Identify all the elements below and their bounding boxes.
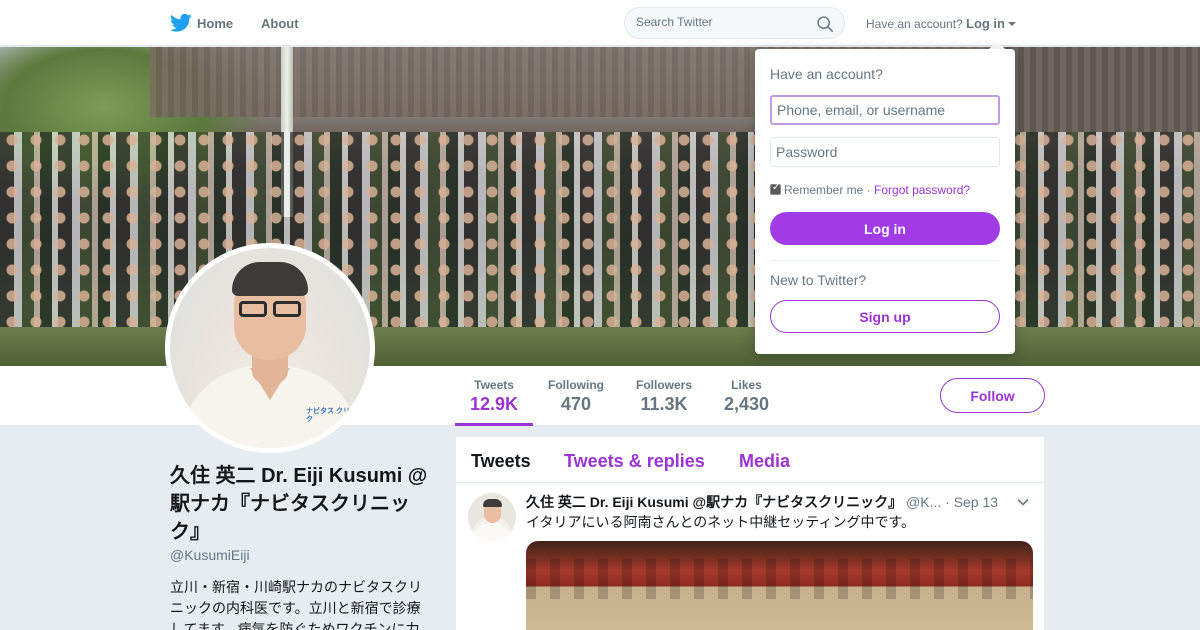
tab-media[interactable]: Media — [739, 451, 790, 472]
stat-label: Followers — [636, 378, 693, 392]
password-field[interactable] — [770, 137, 1000, 167]
forgot-password-link[interactable]: Forgot password? — [874, 183, 970, 197]
tweet-author-name[interactable]: 久住 英二 Dr. Eiji Kusumi @駅ナカ『ナビタスクリニック』 — [526, 494, 902, 510]
avatar-glasses — [239, 301, 267, 317]
search-input[interactable] — [636, 15, 806, 29]
tweet-avatar[interactable] — [468, 493, 516, 541]
tweet-media-curtain — [526, 559, 1033, 599]
nav-home-link[interactable]: Home — [197, 16, 233, 31]
nav-about-link[interactable]: About — [261, 16, 299, 31]
stat-label: Following — [548, 378, 604, 392]
profile-avatar[interactable]: ナビタス クリニック — [165, 243, 375, 453]
tab-tweets[interactable]: Tweets — [471, 451, 531, 472]
tweet-avatar-hair — [483, 499, 502, 507]
username-field[interactable] — [770, 95, 1000, 125]
profile-name[interactable]: 久住 英二 Dr. Eiji Kusumi @駅ナカ『ナビタスクリニック』 — [170, 462, 435, 546]
tweet-header: 久住 英二 Dr. Eiji Kusumi @駅ナカ『ナビタスクリニック』 @K… — [526, 492, 998, 512]
avatar-clinic-logo: ナビタス クリニック — [306, 408, 364, 423]
avatar-glasses — [273, 301, 301, 317]
tweet-separator: · — [945, 494, 950, 510]
active-stat-underline — [455, 423, 533, 426]
signup-button[interactable]: Sign up — [770, 300, 1000, 333]
tweet-media-image[interactable] — [526, 541, 1033, 630]
search-icon[interactable] — [816, 15, 834, 33]
remember-row: Remember me · Forgot password? — [770, 182, 970, 197]
stat-followers[interactable]: Followers 11.3K — [636, 378, 692, 415]
remember-separator: · — [866, 183, 871, 197]
dropdown-divider — [770, 260, 1000, 261]
stat-following[interactable]: Following 470 — [548, 378, 604, 415]
tab-tweets-replies[interactable]: Tweets & replies — [564, 451, 705, 472]
dropdown-title: Have an account? — [770, 66, 883, 82]
twitter-bird-icon[interactable] — [170, 13, 192, 33]
login-menu-link[interactable]: Log in — [966, 16, 1005, 31]
top-navigation: Home About Have an account? Log in — [0, 0, 1200, 46]
search-box — [624, 7, 845, 39]
stat-value: 470 — [560, 394, 592, 414]
stat-value: 12.9K — [470, 394, 519, 414]
avatar-collar — [250, 368, 290, 400]
stat-label: Likes — [731, 378, 762, 392]
tweet-timestamp[interactable]: Sep 13 — [954, 494, 998, 510]
timeline-tabs: Tweets Tweets & replies Media — [456, 437, 1044, 483]
stat-value: 11.3K — [640, 394, 688, 414]
profile-bio: 立川・新宿・川崎駅ナカのナビタスクリニックの内科医です。立川と新宿で診療してます… — [170, 579, 422, 630]
caret-down-icon[interactable] — [1008, 22, 1016, 26]
stat-value: 2,430 — [724, 394, 770, 414]
remember-me-checkbox[interactable] — [770, 182, 781, 195]
login-dropdown: Have an account? Remember me · Forgot pa… — [755, 49, 1015, 354]
avatar-hair — [232, 262, 308, 296]
remember-me-label[interactable]: Remember me — [784, 183, 863, 197]
new-to-twitter-text: New to Twitter? — [770, 272, 867, 288]
follow-button[interactable]: Follow — [940, 378, 1045, 413]
have-account-text: Have an account? — [866, 17, 963, 31]
profile-handle[interactable]: @KusumiEiji — [170, 547, 250, 563]
tweet-text: イタリアにいる阿南さんとのネット中継セッティング中です。 — [526, 514, 916, 530]
stat-label: Tweets — [474, 378, 514, 392]
timeline: Tweets Tweets & replies Media 久住 英二 Dr. … — [456, 437, 1044, 630]
banner-roof — [1000, 47, 1200, 137]
tweet-author-handle[interactable]: @K... — [906, 494, 941, 510]
stat-likes[interactable]: Likes 2,430 — [724, 378, 769, 415]
chevron-down-icon[interactable] — [1016, 495, 1030, 509]
login-button[interactable]: Log in — [770, 212, 1000, 245]
tweet-avatar-coat — [472, 523, 512, 541]
stat-tweets[interactable]: Tweets 12.9K — [470, 378, 518, 415]
avatar-photo: ナビタス クリニック — [170, 248, 370, 448]
